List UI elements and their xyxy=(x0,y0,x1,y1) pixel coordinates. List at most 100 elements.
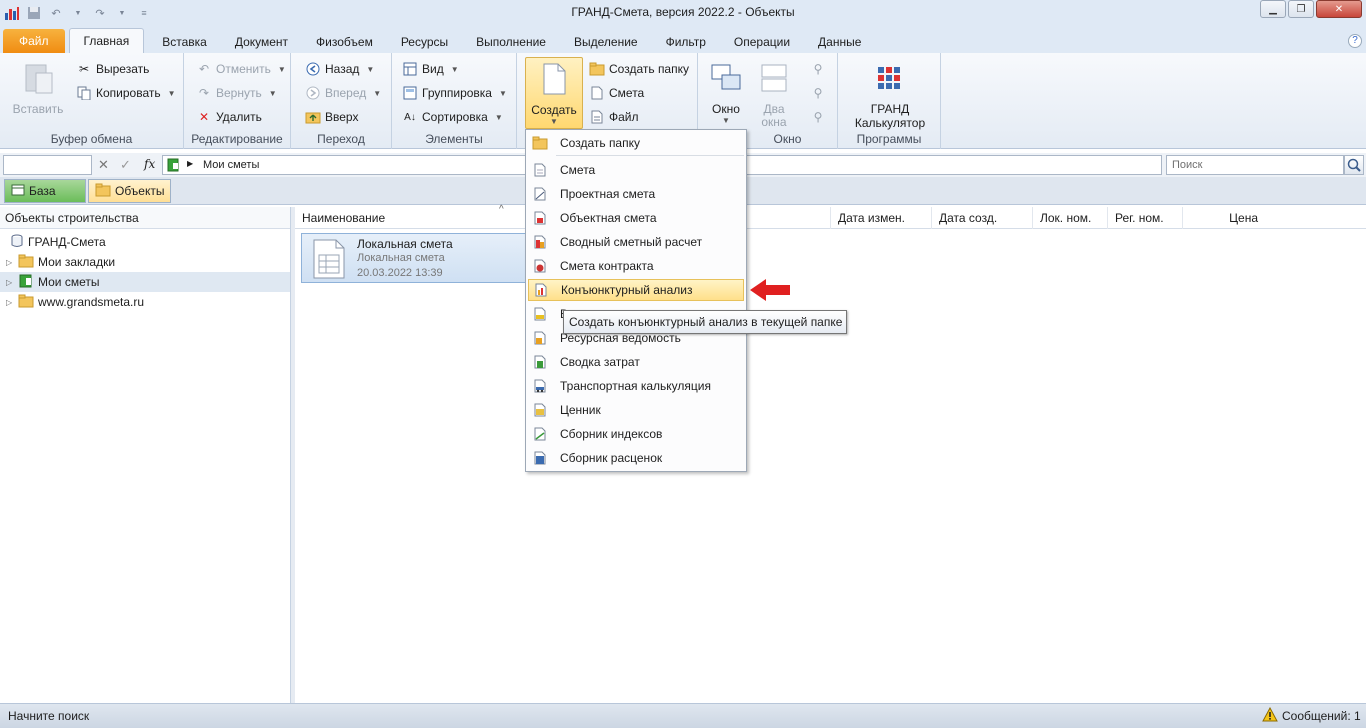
tab-operations[interactable]: Операции xyxy=(720,31,804,53)
col-created[interactable]: Дата созд. xyxy=(931,207,1032,229)
cut-button[interactable]: ✂ Вырезать xyxy=(76,61,149,77)
pin-icon[interactable]: ⚲ xyxy=(810,109,826,125)
tree-item-my-estimates[interactable]: ▷ Мои сметы xyxy=(0,272,290,292)
chevron-down-icon[interactable]: ▼ xyxy=(70,5,86,21)
pin-icon[interactable]: ⚲ xyxy=(810,61,826,77)
menu-item-transport-calc[interactable]: Транспортная калькуляция xyxy=(528,375,744,397)
menu-item-rates-collection[interactable]: Сборник расценок xyxy=(528,447,744,469)
group-clipboard: Вставить ✂ Вырезать Копировать ▼ Буфер обм… xyxy=(0,53,184,149)
col-reg-number[interactable]: Рег. ном. xyxy=(1107,207,1182,229)
check-icon[interactable]: ✓ xyxy=(120,157,131,173)
paste-icon xyxy=(25,64,53,94)
sort-button[interactable]: A↓ Сортировка ▼ xyxy=(402,109,503,125)
close-button[interactable]: ✕ xyxy=(1316,0,1362,18)
tab-execution[interactable]: Выполнение xyxy=(462,31,560,53)
green-folder-icon xyxy=(167,158,179,175)
menu-item-index-collection[interactable]: Сборник индексов xyxy=(528,423,744,445)
database-icon xyxy=(10,234,24,251)
tab-selection[interactable]: Выделение xyxy=(560,31,652,53)
formula-icon[interactable]: fx xyxy=(144,157,155,171)
pin-icon[interactable]: ⚲ xyxy=(810,85,826,101)
tab-filter[interactable]: Фильтр xyxy=(652,31,720,53)
tab-objects[interactable]: Объекты xyxy=(88,179,171,203)
estimate-button[interactable]: Смета xyxy=(589,85,644,101)
cancel-icon[interactable]: ✕ xyxy=(98,157,109,173)
create-button[interactable]: Создать ▼ xyxy=(525,57,583,129)
ribbon-tabs: Файл Главная Вставка Документ Физобъем Р… xyxy=(0,26,1366,53)
tab-volume[interactable]: Физобъем xyxy=(302,31,387,53)
copy-button[interactable]: Копировать ▼ xyxy=(76,85,176,101)
list-item[interactable]: Локальная смета Локальная смета 20.03.20… xyxy=(301,233,537,283)
undo-button[interactable]: ↶ Отменить ▼ xyxy=(196,61,286,77)
window-button[interactable]: Окно ▼ xyxy=(706,61,746,125)
menu-item-create-folder[interactable]: Создать папку xyxy=(528,132,744,154)
create-folder-button[interactable]: Создать папку xyxy=(589,61,689,77)
two-windows-button[interactable]: Два окна xyxy=(754,61,794,129)
tab-resources[interactable]: Ресурсы xyxy=(387,31,462,53)
menu-item-object-estimate[interactable]: Объектная смета xyxy=(528,207,744,229)
project-estimate-icon xyxy=(528,187,552,201)
paste-button[interactable]: Вставить xyxy=(8,61,68,116)
menu-item-summary-calc[interactable]: Сводный сметный расчет xyxy=(528,231,744,253)
grand-calculator-button[interactable]: ГРАНД Калькулятор xyxy=(846,61,934,130)
tab-file[interactable]: Файл xyxy=(3,29,65,53)
search-button[interactable] xyxy=(1344,155,1364,175)
tab-home[interactable]: Главная xyxy=(68,28,145,53)
warning-icon[interactable] xyxy=(1262,706,1278,726)
up-button[interactable]: Вверх xyxy=(305,109,358,125)
col-modified[interactable]: Дата измен. xyxy=(830,207,931,229)
col-price[interactable]: Цена xyxy=(1182,207,1358,229)
menu-item-price-tag[interactable]: Ценник xyxy=(528,399,744,421)
view-icon xyxy=(402,61,418,77)
menu-item-cost-summary[interactable]: Сводка затрат xyxy=(528,351,744,373)
delete-button[interactable]: ✕ Удалить xyxy=(196,109,262,125)
col-local-number[interactable]: Лок. ном. xyxy=(1032,207,1107,229)
save-icon[interactable] xyxy=(26,5,42,21)
app-icon[interactable] xyxy=(4,5,20,21)
tab-document[interactable]: Документ xyxy=(221,31,302,53)
chevron-right-icon[interactable]: ▷ xyxy=(6,298,14,307)
window-icon xyxy=(711,64,741,90)
calculator-icon xyxy=(878,67,900,89)
menu-item-contract-estimate[interactable]: Смета контракта xyxy=(528,255,744,277)
chevron-right-icon[interactable]: ▷ xyxy=(6,258,14,267)
estimate-document-icon xyxy=(313,239,345,279)
minimize-button[interactable]: ▁ xyxy=(1260,0,1286,18)
file-button[interactable]: Файл xyxy=(589,109,639,125)
file-icon xyxy=(589,109,605,125)
item-name: Локальная смета xyxy=(357,237,453,251)
chevron-down-icon[interactable]: ▼ xyxy=(114,5,130,21)
back-button[interactable]: Назад ▼ xyxy=(305,61,374,77)
grouping-button[interactable]: Группировка ▼ xyxy=(402,85,507,101)
menu-item-project-estimate[interactable]: Проектная смета xyxy=(528,183,744,205)
undo-icon[interactable]: ↶ xyxy=(48,5,64,21)
chevron-down-icon: ▼ xyxy=(498,88,507,98)
name-field[interactable] xyxy=(3,155,92,175)
folder-icon xyxy=(18,294,34,311)
document-icon xyxy=(589,85,605,101)
menu-item-market-analysis[interactable]: Конъюнктурный анализ xyxy=(528,279,744,301)
chevron-down-icon: ▼ xyxy=(167,88,176,98)
tree-item-grand-smeta[interactable]: ГРАНД-Смета xyxy=(0,232,290,252)
tree-item-bookmarks[interactable]: ▷ Мои закладки xyxy=(0,252,290,272)
customize-qat-icon[interactable]: ≡ xyxy=(136,5,152,21)
tab-base[interactable]: База xyxy=(4,179,86,203)
chevron-right-icon[interactable]: ▷ xyxy=(6,278,14,287)
view-button[interactable]: Вид ▼ xyxy=(402,61,459,77)
tab-insert[interactable]: Вставка xyxy=(148,31,221,53)
messages-count[interactable]: Сообщений: 1 xyxy=(1282,709,1361,723)
summary-calc-icon xyxy=(528,235,552,249)
search-icon xyxy=(1347,158,1361,172)
redo-icon[interactable]: ↷ xyxy=(92,5,108,21)
tab-data[interactable]: Данные xyxy=(804,31,875,53)
menu-item-estimate[interactable]: Смета xyxy=(528,159,744,181)
red-arrow-annotation xyxy=(750,279,790,301)
tree-item-website[interactable]: ▷ www.grandsmeta.ru xyxy=(0,292,290,312)
folder-icon xyxy=(589,61,605,77)
maximize-button[interactable]: ❐ xyxy=(1288,0,1314,18)
forward-button[interactable]: Вперед ▼ xyxy=(305,85,381,101)
help-icon[interactable]: ? xyxy=(1348,34,1362,48)
redo-button[interactable]: ↷ Вернуть ▼ xyxy=(196,85,277,101)
chevron-down-icon: ▼ xyxy=(550,117,558,126)
search-input[interactable]: Поиск xyxy=(1166,155,1344,175)
